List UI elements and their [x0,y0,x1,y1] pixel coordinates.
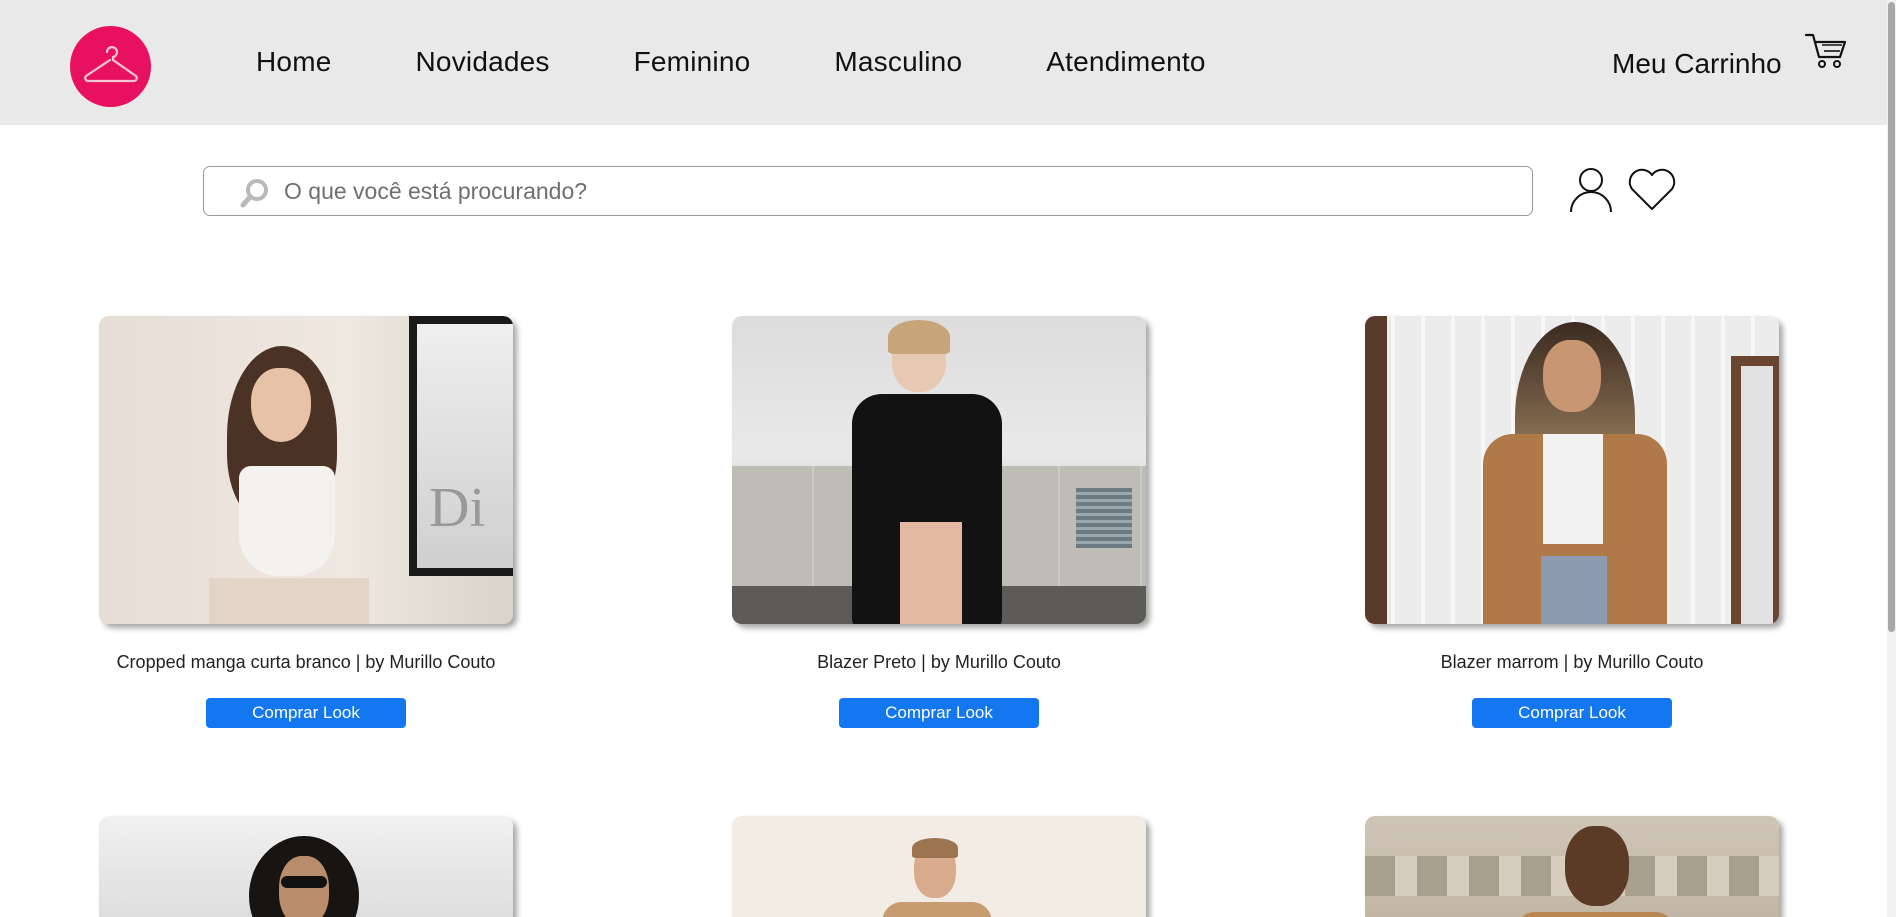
user-icon[interactable] [1569,166,1613,214]
cart-link[interactable]: Meu Carrinho [1612,46,1782,82]
product-image[interactable]: Di [99,316,513,624]
product-card: Blazer Preto | by Murillo Couto Comprar … [732,316,1146,728]
top-header: Home Novidades Feminino Masculino Atendi… [0,0,1887,125]
buy-look-button[interactable]: Comprar Look [839,698,1039,728]
product-card [99,816,513,917]
product-image[interactable] [1365,316,1779,624]
product-image[interactable] [1365,816,1779,917]
nav-feminino[interactable]: Feminino [634,44,751,80]
product-card [732,816,1146,917]
product-card: Blazer marrom | by Murillo Couto Comprar… [1365,316,1779,728]
page-scrollbar[interactable] [1887,0,1896,917]
product-image[interactable] [732,816,1146,917]
product-card [1365,816,1779,917]
heart-icon[interactable] [1627,168,1677,212]
cart-icon[interactable] [1804,30,1848,72]
product-card: Di Cropped manga curta branco | by Muril… [99,316,513,728]
product-name[interactable]: Blazer marrom | by Murillo Couto [1365,650,1779,674]
product-image[interactable] [732,316,1146,624]
search-bar [203,166,1533,216]
search-input[interactable] [284,173,1504,209]
nav-masculino[interactable]: Masculino [834,44,962,80]
buy-look-button[interactable]: Comprar Look [1472,698,1672,728]
product-name[interactable]: Cropped manga curta branco | by Murillo … [99,650,513,674]
hanger-icon [83,45,138,82]
nav-novidades[interactable]: Novidades [416,44,550,80]
search-icon [240,179,268,208]
nav-atendimento[interactable]: Atendimento [1046,44,1205,80]
brand-logo[interactable] [70,26,151,107]
scrollbar-thumb[interactable] [1888,2,1895,632]
product-image[interactable] [99,816,513,917]
buy-look-button[interactable]: Comprar Look [206,698,406,728]
product-name[interactable]: Blazer Preto | by Murillo Couto [732,650,1146,674]
nav-home[interactable]: Home [256,44,332,80]
main-nav: Home Novidades Feminino Masculino Atendi… [256,44,1290,80]
